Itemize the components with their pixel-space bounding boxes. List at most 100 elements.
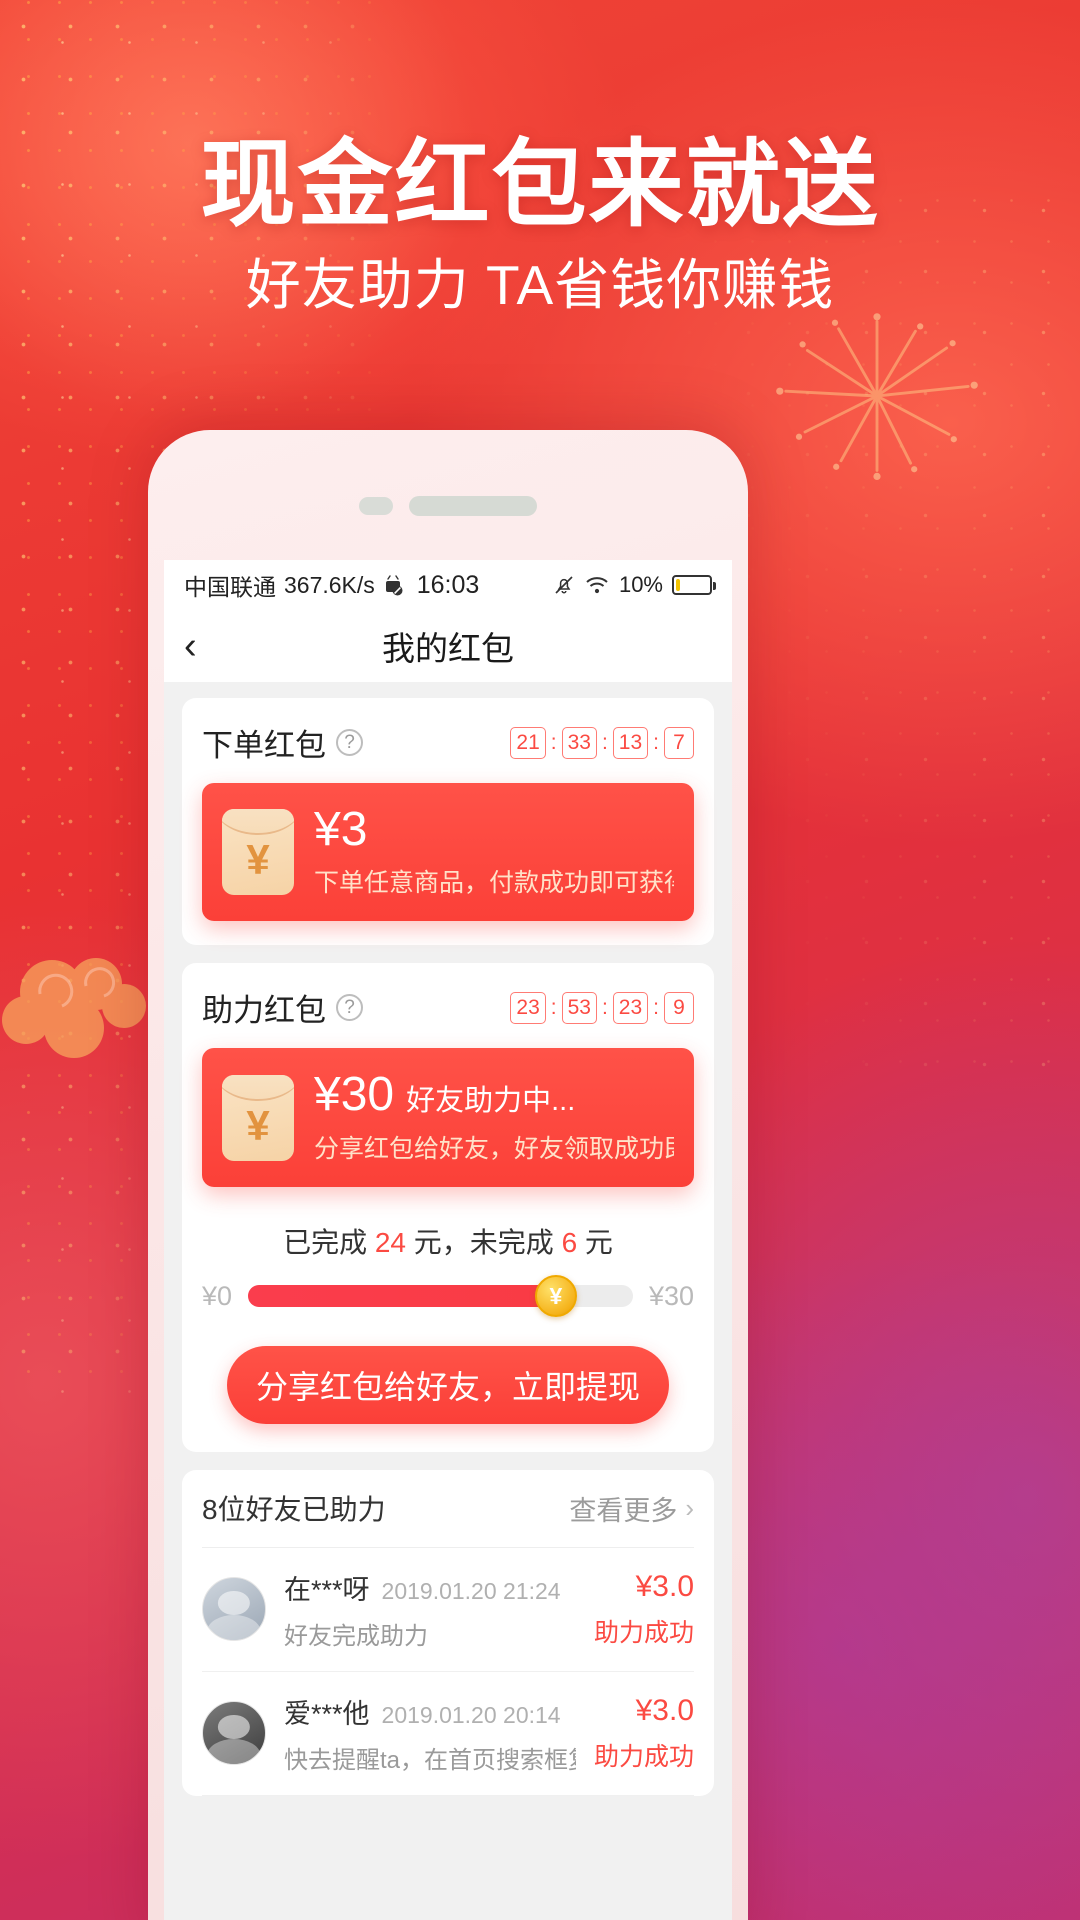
progress-max-label: ¥30 <box>648 1280 694 1311</box>
phone-earpiece <box>409 496 537 516</box>
countdown-separator: : <box>653 730 659 754</box>
phone-camera-dot <box>359 497 393 515</box>
friend-time: 2019.01.20 20:14 <box>381 1701 561 1728</box>
bell-muted-icon <box>555 576 573 594</box>
yen-glyph: ¥ <box>246 836 270 884</box>
friend-amount: ¥3.0 <box>635 1569 694 1603</box>
friend-name: 爱***他 <box>284 1698 370 1729</box>
order-red-packet-card: 下单红包 ? 21 : 33 : 13 : 7 ¥ ¥3 下单任意商品，付款成功… <box>182 698 714 946</box>
status-badge: 助力成功 <box>593 1618 694 1647</box>
avatar <box>202 1577 266 1642</box>
progress-track[interactable]: ¥ <box>248 1275 633 1318</box>
view-more-button[interactable]: 查看更多 › <box>569 1489 694 1528</box>
friend-subtext: 好友完成助力 <box>284 1622 428 1650</box>
completed-amount: 24 <box>374 1226 406 1258</box>
progress-bar-row: ¥0 ¥ ¥30 <box>202 1275 694 1318</box>
countdown-separator: : <box>653 995 659 1019</box>
assist-envelope-texts: ¥30 好友助力中... 分享红包给好友，好友领取成功即可获得 <box>314 1068 674 1164</box>
progress-summary: 已完成 24 元，未完成 6 元 <box>202 1221 694 1261</box>
friends-assist-list-card: 8位好友已助力 查看更多 › 在***呀 2019.01.20 21:24 好友… <box>182 1469 714 1796</box>
red-envelope-icon: ¥ <box>222 809 294 896</box>
battery-percent-label: 10% <box>618 572 663 597</box>
assist-amount-row: ¥30 好友助力中... <box>314 1068 674 1122</box>
network-speed-label: 367.6K/s <box>284 571 375 598</box>
countdown-days: 23 <box>510 991 546 1024</box>
order-countdown: 21 : 33 : 13 : 7 <box>510 726 694 759</box>
friend-amount-group: ¥3.0 助力成功 <box>594 1570 694 1649</box>
red-envelope-icon: ¥ <box>222 1074 294 1161</box>
question-circle-icon[interactable]: ? <box>336 729 363 756</box>
countdown-separator: : <box>601 730 608 754</box>
countdown-separator: : <box>601 995 608 1019</box>
countdown-minutes: 13 <box>612 726 649 759</box>
order-description: 下单任意商品，付款成功即可获得 <box>314 869 674 898</box>
status-badge: 助力成功 <box>593 1742 694 1771</box>
countdown-hours: 33 <box>561 726 597 759</box>
yen-glyph: ¥ <box>246 1101 270 1149</box>
phone-screen: 中国联通 367.6K/s 16:03 10% ‹ 我的红包 下单红包 ? 21… <box>164 560 732 1920</box>
friend-name-time: 爱***他 2019.01.20 20:14 <box>284 1692 576 1731</box>
app-navigation-bar: ‹ 我的红包 <box>164 610 732 682</box>
promo-headline: 现金红包来就送 <box>200 132 880 238</box>
phone-mockup: 中国联通 367.6K/s 16:03 10% ‹ 我的红包 下单红包 ? 21… <box>148 430 748 1920</box>
firework-icon <box>776 313 978 480</box>
coin-yen-icon[interactable]: ¥ <box>534 1275 577 1318</box>
table-row[interactable]: 爱***他 2019.01.20 20:14 快去提醒ta，在首页搜索框复制微信… <box>202 1672 694 1796</box>
question-circle-icon[interactable]: ? <box>336 994 363 1022</box>
assist-envelope-banner[interactable]: ¥ ¥30 好友助力中... 分享红包给好友，好友领取成功即可获得 <box>202 1048 694 1187</box>
chevron-right-icon: › <box>685 1492 694 1523</box>
progress-note-middle: 元，未完成 <box>406 1226 562 1258</box>
friend-amount: ¥3.0 <box>635 1693 694 1727</box>
assist-countdown: 23 : 53 : 23 : 9 <box>510 991 694 1024</box>
friend-name: 在***呀 <box>284 1574 370 1605</box>
progress-min-label: ¥0 <box>202 1280 233 1311</box>
table-row[interactable]: 在***呀 2019.01.20 21:24 好友完成助力 ¥3.0 助力成功 <box>202 1548 694 1672</box>
assist-description: 分享红包给好友，好友领取成功即可获得 <box>314 1134 674 1163</box>
friend-info: 爱***他 2019.01.20 20:14 快去提醒ta，在首页搜索框复制微信… <box>284 1692 576 1775</box>
countdown-seconds: 7 <box>664 726 694 759</box>
friend-name-time: 在***呀 2019.01.20 21:24 <box>284 1568 576 1607</box>
progress-note-prefix: 已完成 <box>283 1226 375 1258</box>
page-scroll-area[interactable]: 下单红包 ? 21 : 33 : 13 : 7 ¥ ¥3 下单任意商品，付款成功… <box>164 682 732 1796</box>
assist-red-packet-card: 助力红包 ? 23 : 53 : 23 : 9 ¥ ¥30 好友助力中... 分… <box>182 963 714 1452</box>
status-bar-right: 10% <box>479 572 716 598</box>
remaining-amount: 6 <box>561 1226 578 1258</box>
assist-card-header: 助力红包 ? 23 : 53 : 23 : 9 <box>202 985 694 1030</box>
assist-card-title-group: 助力红包 ? <box>202 985 363 1030</box>
share-withdraw-button[interactable]: 分享红包给好友，立即提现 <box>226 1345 670 1424</box>
friend-info: 在***呀 2019.01.20 21:24 好友完成助力 <box>284 1568 576 1651</box>
progress-fill <box>248 1285 556 1308</box>
clock-label: 16:03 <box>416 570 480 599</box>
promo-subheadline: 好友助力 TA省钱你赚钱 <box>245 254 835 316</box>
friend-subtext: 快去提醒ta，在首页搜索框复制微信它助力 <box>284 1746 576 1774</box>
friends-count-label: 8位好友已助力 <box>202 1494 386 1526</box>
assist-status-label: 好友助力中... <box>406 1085 576 1118</box>
friends-list-header: 8位好友已助力 查看更多 › <box>202 1470 694 1548</box>
order-card-header: 下单红包 ? 21 : 33 : 13 : 7 <box>202 720 694 765</box>
assist-card-title: 助力红包 <box>202 993 326 1029</box>
assist-amount: ¥30 <box>314 1068 395 1122</box>
progress-note-suffix: 元 <box>577 1226 613 1258</box>
order-card-title-group: 下单红包 ? <box>202 720 363 765</box>
countdown-hours: 53 <box>561 991 597 1024</box>
view-more-label: 查看更多 <box>569 1495 678 1526</box>
order-amount-row: ¥3 <box>314 803 674 856</box>
android-icon <box>385 575 403 596</box>
countdown-seconds: 9 <box>664 991 694 1024</box>
order-envelope-banner[interactable]: ¥ ¥3 下单任意商品，付款成功即可获得 <box>202 783 694 922</box>
countdown-days: 21 <box>510 726 546 759</box>
countdown-separator: : <box>550 730 557 754</box>
friend-time: 2019.01.20 21:24 <box>381 1577 561 1604</box>
phone-speaker-area <box>359 496 537 516</box>
carrier-label: 中国联通 <box>184 574 276 600</box>
status-bar: 中国联通 367.6K/s 16:03 10% <box>164 560 732 610</box>
countdown-minutes: 23 <box>612 991 649 1024</box>
order-amount: ¥3 <box>314 803 368 856</box>
page-title: 我的红包 <box>382 630 514 667</box>
battery-icon <box>672 575 716 595</box>
order-card-title: 下单红包 <box>202 728 326 763</box>
order-envelope-texts: ¥3 下单任意商品，付款成功即可获得 <box>314 803 674 899</box>
avatar <box>202 1701 266 1766</box>
status-bar-left: 中国联通 367.6K/s <box>184 568 417 602</box>
countdown-separator: : <box>550 995 557 1019</box>
